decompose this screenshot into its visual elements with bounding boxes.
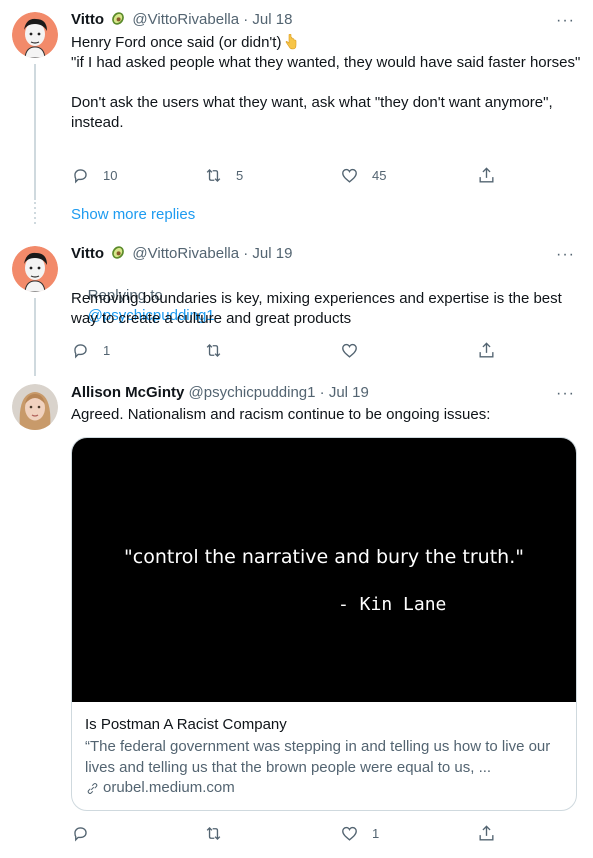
- avatar-vitto[interactable]: [12, 246, 58, 292]
- thread-line: [34, 298, 36, 376]
- display-name[interactable]: Allison McGinty: [71, 384, 184, 401]
- like-button[interactable]: 45: [340, 165, 386, 185]
- avatar-vitto-image: [12, 12, 58, 58]
- card-description: “The federal government was stepping in …: [85, 738, 551, 776]
- reply-icon: [74, 826, 87, 841]
- reply-button[interactable]: 10: [71, 165, 117, 185]
- more-icon[interactable]: ···: [556, 12, 575, 30]
- retweet-icon: [206, 343, 221, 357]
- card-domain: orubel.medium.com: [85, 778, 235, 798]
- tweet-text: Agreed. Nationalism and racism continue …: [71, 406, 491, 423]
- retweet-button[interactable]: [204, 823, 223, 843]
- separator-dot: ·: [243, 11, 249, 28]
- avatar-allison-image: [12, 384, 58, 430]
- pointing-down-emoji-icon: [286, 33, 297, 50]
- share-icon: [479, 341, 494, 358]
- display-name[interactable]: Vitto: [71, 245, 104, 262]
- avocado-emoji-icon: [112, 246, 125, 259]
- share-button[interactable]: [477, 165, 496, 185]
- card-image-quote: "control the narrative and bury the trut…: [124, 546, 524, 568]
- user-handle[interactable]: @VittoRivabella: [132, 11, 239, 28]
- tweet-2[interactable]: Vitto @VittoRivabella · Jul 19 ··· Reply…: [0, 244, 593, 376]
- tweet-header: Vitto @VittoRivabella · Jul 19: [71, 244, 292, 264]
- card-domain-text: orubel.medium.com: [103, 779, 235, 796]
- tweet-1[interactable]: Vitto @VittoRivabella · Jul 18 ··· Henry…: [0, 10, 593, 200]
- retweet-icon: [206, 168, 221, 182]
- card-title: Is Postman A Racist Company: [85, 716, 287, 733]
- card-image: "control the narrative and bury the trut…: [72, 438, 576, 702]
- retweet-button[interactable]: 5: [204, 165, 243, 185]
- more-icon[interactable]: ···: [556, 385, 575, 403]
- reply-icon: [74, 168, 87, 183]
- reply-icon: [74, 343, 87, 358]
- reply-count: 1: [103, 342, 111, 358]
- like-count: 45: [372, 167, 387, 183]
- share-icon: [479, 166, 494, 183]
- tweet-text: Henry Ford once said (or didn't) "if I h…: [71, 33, 581, 133]
- tweet-actions: 1: [71, 340, 511, 360]
- link-icon: [87, 782, 98, 794]
- avatar-allison[interactable]: [12, 384, 58, 430]
- thread-line: [34, 64, 36, 200]
- reply-button[interactable]: 1: [71, 340, 110, 360]
- tweet-date[interactable]: Jul 19: [329, 384, 369, 401]
- tweet-date[interactable]: Jul 19: [252, 245, 292, 262]
- tweet-header: Vitto @VittoRivabella · Jul 18: [71, 10, 292, 30]
- tweet-text: Removing boundaries is key, mixing exper…: [71, 290, 566, 327]
- separator-dot: ·: [319, 384, 325, 401]
- share-icon: [479, 824, 494, 841]
- like-button[interactable]: 1: [340, 823, 379, 843]
- retweet-button[interactable]: [204, 340, 223, 360]
- user-handle[interactable]: @VittoRivabella: [132, 245, 239, 262]
- tweet-date[interactable]: Jul 18: [252, 11, 292, 28]
- like-button[interactable]: [340, 340, 359, 360]
- tweet-header: Allison McGinty @psychicpudding1 · Jul 1…: [71, 383, 369, 403]
- reply-button[interactable]: [71, 823, 90, 843]
- more-icon[interactable]: ···: [556, 246, 575, 264]
- avatar-vitto[interactable]: [12, 12, 58, 58]
- show-more-replies-link[interactable]: Show more replies: [71, 205, 195, 225]
- like-icon: [342, 343, 357, 358]
- retweet-count: 5: [236, 167, 244, 183]
- link-preview-card[interactable]: "control the narrative and bury the trut…: [71, 437, 577, 811]
- tweet-actions: 1: [71, 823, 511, 843]
- share-button[interactable]: [477, 340, 496, 360]
- display-name[interactable]: Vitto: [71, 11, 104, 28]
- like-count: 1: [372, 825, 380, 841]
- thread-gap-dots: [34, 202, 36, 224]
- like-icon: [342, 826, 357, 841]
- tweet-text-body: "if I had asked people what they wanted,…: [71, 54, 581, 131]
- retweet-icon: [206, 826, 221, 840]
- tweet-text-line1: Henry Ford once said (or didn't): [71, 34, 282, 51]
- separator-dot: ·: [243, 245, 249, 262]
- tweet-actions: 10 5 45: [71, 165, 511, 185]
- like-icon: [342, 168, 357, 183]
- share-button[interactable]: [477, 823, 496, 843]
- card-image-attribution: - Kin Lane: [338, 594, 447, 615]
- user-handle[interactable]: @psychicpudding1: [189, 384, 316, 401]
- avocado-emoji-icon: [112, 12, 125, 25]
- avatar-vitto-image: [12, 246, 58, 292]
- reply-count: 10: [103, 167, 118, 183]
